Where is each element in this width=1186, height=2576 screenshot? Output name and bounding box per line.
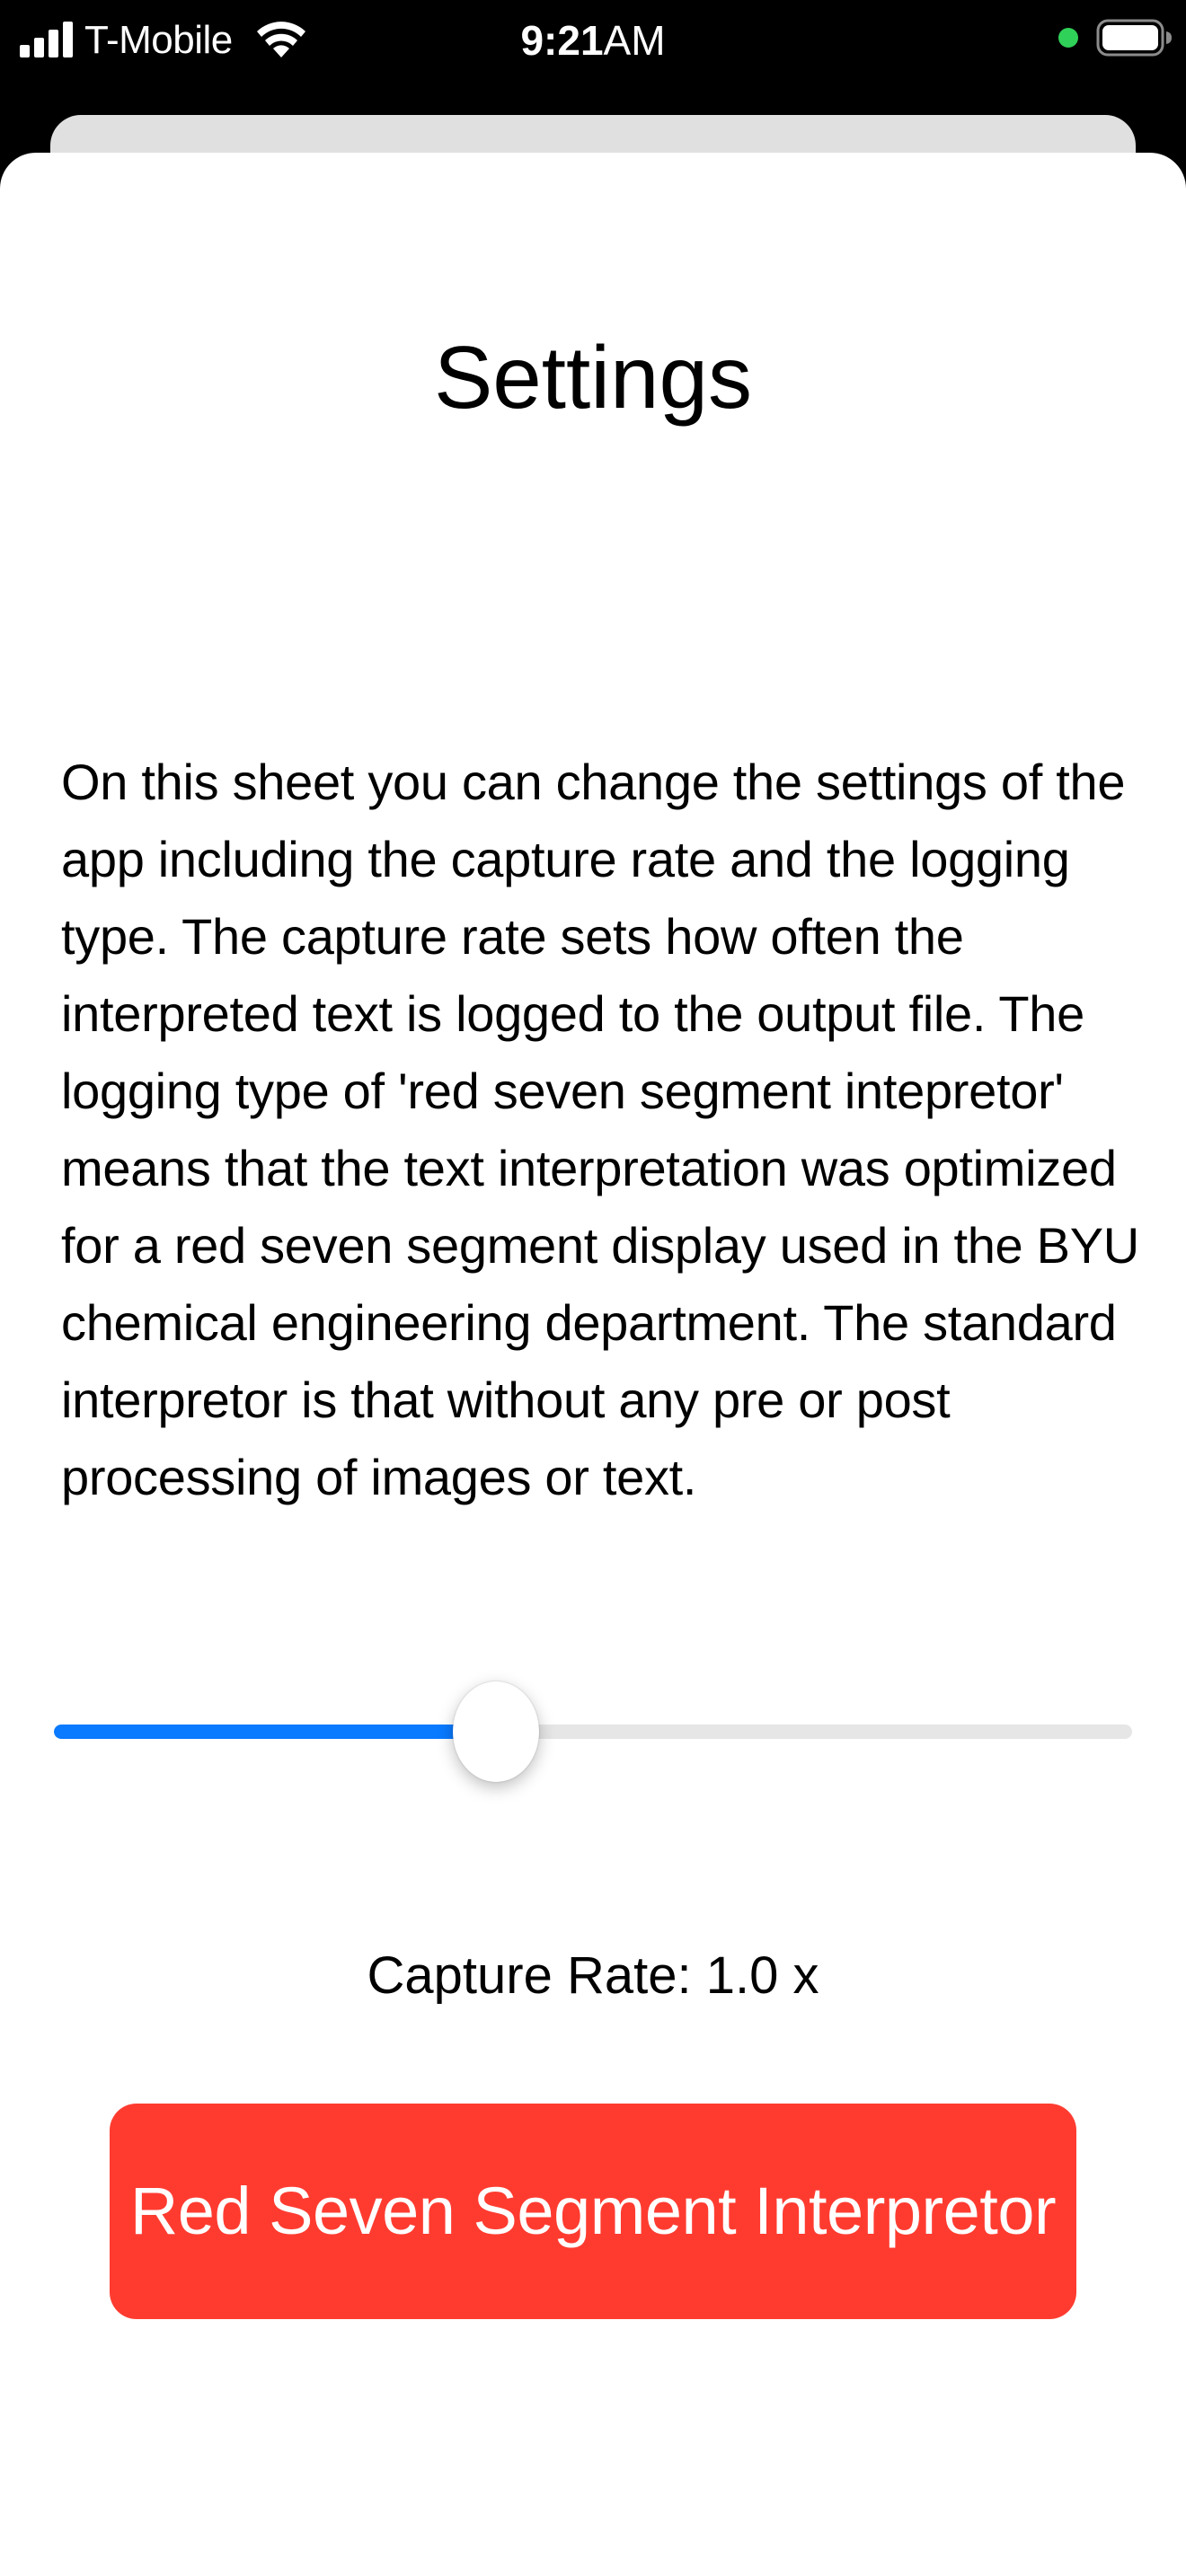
slider-track[interactable] xyxy=(54,1725,1132,1739)
settings-description: On this sheet you can change the setting… xyxy=(61,754,1139,1505)
slider-thumb[interactable] xyxy=(453,1681,539,1782)
battery-icon xyxy=(1096,19,1172,57)
interpretor-mode-button[interactable]: Red Seven Segment Interpretor xyxy=(110,2104,1076,2319)
status-bar: T-Mobile 9:21AM xyxy=(0,0,1186,81)
clock-suffix: AM xyxy=(603,17,666,64)
privacy-indicator-dot xyxy=(1058,28,1078,48)
clock-time: 9:21 xyxy=(520,17,604,64)
slider-fill xyxy=(54,1725,496,1739)
clock: 9:21AM xyxy=(0,13,1186,68)
capture-rate-slider[interactable] xyxy=(54,1681,1132,1782)
page-title: Settings xyxy=(433,328,753,427)
capture-rate-label: Capture Rate: 1.0 x xyxy=(367,1946,819,2005)
